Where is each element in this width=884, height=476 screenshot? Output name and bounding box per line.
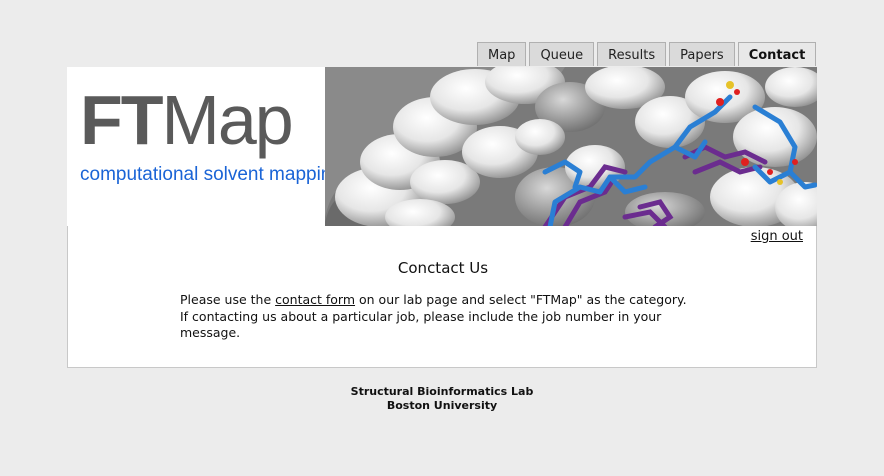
tab-contact[interactable]: Contact	[737, 42, 817, 66]
logo-light-text: Map	[161, 81, 294, 159]
footer-lab-name: Structural Bioinformatics Lab	[350, 385, 534, 398]
logo: FTMap	[80, 85, 294, 155]
logo-bold-text: FT	[80, 81, 164, 159]
tab-queue[interactable]: Queue	[529, 42, 595, 66]
main-tabs: Map Queue Results Papers Contact	[477, 42, 817, 66]
contact-form-link[interactable]: contact form	[275, 292, 355, 307]
sign-out-link[interactable]: sign out	[751, 229, 803, 244]
footer-university: Boston University	[386, 399, 498, 412]
tagline: computational solvent mapping	[80, 164, 342, 185]
message-text-pre: Please use the	[180, 292, 276, 307]
contact-panel: sign out Conctact Us Please use the cont…	[67, 226, 817, 368]
message-text-line2: If contacting us about a particular job,…	[180, 308, 662, 341]
protein-surface-image	[325, 67, 817, 227]
footer: Structural Bioinformatics Lab Boston Uni…	[0, 385, 884, 413]
tab-results[interactable]: Results	[597, 42, 667, 66]
page: Map Queue Results Papers Contact FTMap c…	[0, 0, 884, 476]
contact-message: Please use the contact form on our lab p…	[180, 292, 700, 342]
tab-papers[interactable]: Papers	[669, 42, 735, 66]
message-text-post: on our lab page and select "FTMap" as th…	[355, 292, 687, 307]
tab-map[interactable]: Map	[477, 42, 527, 66]
header-banner: FTMap computational solvent mapping	[67, 67, 817, 227]
page-title: Conctact Us	[397, 259, 489, 277]
